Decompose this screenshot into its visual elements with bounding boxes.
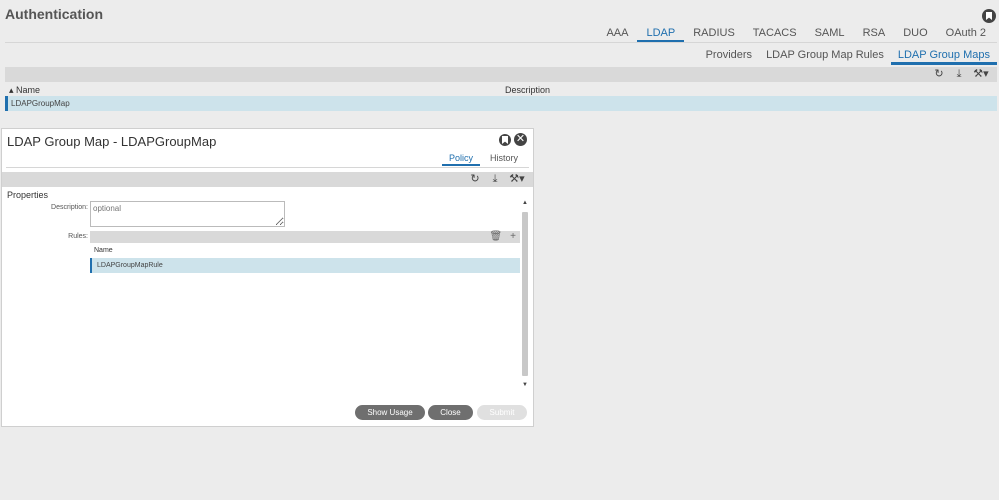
description-field[interactable] bbox=[90, 201, 285, 227]
description-label: Description: bbox=[51, 204, 88, 211]
divider bbox=[6, 167, 529, 168]
table-toolbar: ↻ ⤓ ⚒▾ bbox=[5, 67, 997, 82]
trash-icon[interactable]: 🗑 bbox=[489, 231, 502, 243]
tab-policy[interactable]: Policy bbox=[441, 154, 480, 166]
ldap-group-map-dialog: LDAP Group Map - LDAPGroupMap ✕ Policy H… bbox=[1, 128, 534, 427]
scroll-down-icon[interactable]: ▼ bbox=[521, 382, 529, 390]
tab-ldap[interactable]: LDAP bbox=[637, 27, 685, 43]
submit-button[interactable]: Submit bbox=[477, 405, 527, 420]
rules-column-name[interactable]: Name bbox=[94, 247, 113, 254]
tab-oauth2[interactable]: OAuth 2 bbox=[937, 27, 995, 43]
close-icon[interactable]: ✕ bbox=[514, 133, 527, 146]
auth-tabs: AAA LDAP RADIUS TACACS SAML RSA DUO OAut… bbox=[597, 27, 995, 43]
show-usage-button[interactable]: Show Usage bbox=[355, 405, 425, 420]
column-name[interactable]: ▴ Name bbox=[9, 85, 40, 96]
plus-icon[interactable]: + bbox=[510, 231, 516, 243]
tab-duo[interactable]: DUO bbox=[894, 27, 936, 43]
subtab-ldap-group-map-rules[interactable]: LDAP Group Map Rules bbox=[759, 49, 891, 65]
scroll-up-icon[interactable]: ▲ bbox=[521, 200, 529, 208]
download-icon[interactable]: ⤓ bbox=[953, 68, 965, 80]
rules-toolbar: 🗑 + bbox=[90, 231, 520, 243]
properties-heading: Properties bbox=[7, 190, 49, 200]
tab-saml[interactable]: SAML bbox=[806, 27, 854, 43]
close-button[interactable]: Close bbox=[428, 405, 473, 420]
download-icon[interactable]: ⤓ bbox=[489, 173, 501, 185]
tools-icon[interactable]: ⚒▾ bbox=[973, 68, 989, 80]
scroll-thumb[interactable] bbox=[522, 212, 528, 376]
dialog-title: LDAP Group Map - LDAPGroupMap bbox=[7, 134, 217, 149]
table-row[interactable]: LDAPGroupMap bbox=[5, 96, 997, 111]
scrollbar[interactable]: ▲ ▼ bbox=[521, 200, 529, 390]
tab-history[interactable]: History bbox=[485, 154, 523, 166]
dialog-tabs: Policy History bbox=[437, 154, 523, 166]
tab-radius[interactable]: RADIUS bbox=[684, 27, 744, 43]
refresh-icon[interactable]: ↻ bbox=[933, 68, 945, 80]
tools-icon[interactable]: ⚒▾ bbox=[509, 173, 525, 185]
subtab-ldap-group-maps[interactable]: LDAP Group Maps bbox=[890, 49, 997, 65]
bookmark-icon[interactable] bbox=[499, 134, 511, 146]
refresh-icon[interactable]: ↻ bbox=[469, 173, 481, 185]
tab-rsa[interactable]: RSA bbox=[854, 27, 895, 43]
list-item[interactable]: LDAPGroupMapRule bbox=[90, 258, 520, 273]
tab-aaa[interactable]: AAA bbox=[597, 27, 637, 43]
bookmark-icon[interactable] bbox=[982, 9, 996, 23]
column-description[interactable]: Description bbox=[505, 85, 550, 95]
divider bbox=[5, 42, 997, 43]
app-title: Authentication bbox=[5, 6, 103, 22]
dialog-toolbar: ↻ ⤓ ⚒▾ bbox=[2, 172, 533, 187]
ldap-subtabs: Providers LDAP Group Map Rules LDAP Grou… bbox=[699, 49, 997, 65]
subtab-providers[interactable]: Providers bbox=[699, 49, 759, 65]
rules-label: Rules: bbox=[68, 233, 88, 240]
tab-tacacs[interactable]: TACACS bbox=[744, 27, 806, 43]
table-header: ▴ Name Description bbox=[5, 83, 997, 96]
